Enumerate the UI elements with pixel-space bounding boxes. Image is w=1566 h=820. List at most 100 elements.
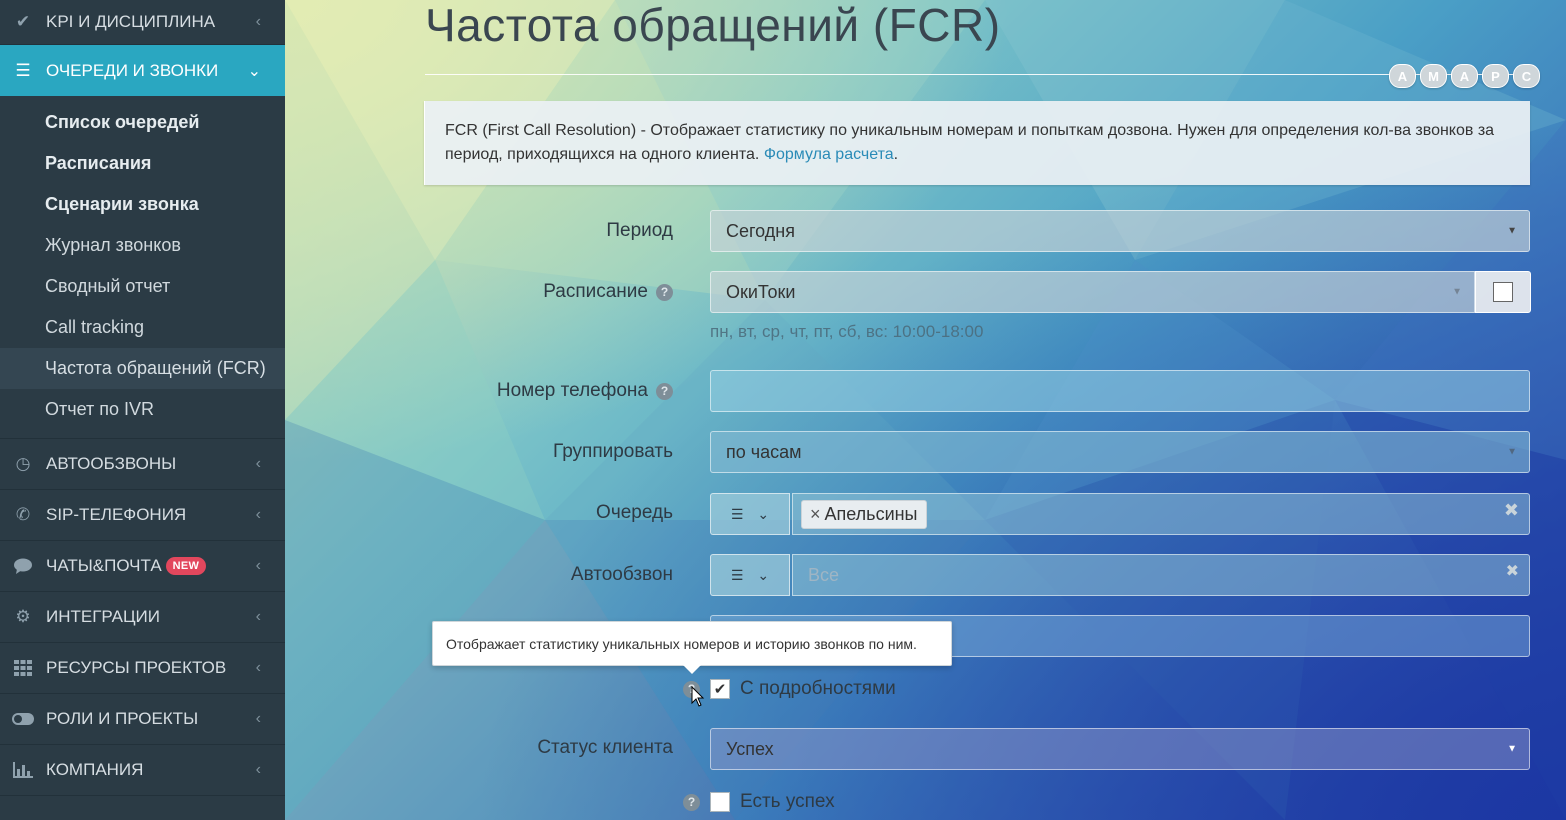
schedule-toggle-button[interactable]	[1475, 271, 1531, 313]
letter-badge[interactable]: A	[1451, 64, 1478, 88]
letter-badge[interactable]: C	[1513, 64, 1540, 88]
period-select[interactable]: Сегодня ▼	[710, 210, 1530, 252]
sub-item-ivr-report[interactable]: Отчет по IVR	[0, 389, 285, 430]
chevron-left-icon: ‹	[255, 13, 261, 30]
nav-label: KPI И ДИСЦИПЛИНА	[46, 12, 216, 31]
clock-icon: ◷	[15, 454, 31, 473]
help-icon[interactable]: ?	[683, 793, 700, 811]
title-divider	[425, 74, 1530, 75]
caret-down-icon: ▼	[1507, 225, 1517, 237]
phone-label: Номер телефона ?	[497, 380, 673, 402]
has-success-checkbox[interactable]	[710, 792, 730, 812]
help-icon[interactable]: ?	[656, 382, 673, 400]
bar-chart-icon	[12, 759, 34, 781]
sub-item-call-tracking[interactable]: Call tracking	[0, 307, 285, 348]
phone-input[interactable]	[710, 370, 1530, 412]
schedule-select[interactable]: ОкиТоки ▼	[710, 271, 1475, 313]
list-icon: ☰	[730, 505, 744, 522]
nav-label: РОЛИ И ПРОЕКТЫ	[46, 709, 199, 728]
period-label: Период	[606, 220, 673, 242]
autocall-label: Автообзвон	[571, 564, 673, 586]
caret-down-icon: ▼	[1507, 743, 1517, 755]
schedule-value: ОкиТоки	[726, 281, 796, 302]
queue-tag[interactable]: × Апельсины	[801, 499, 927, 529]
list-icon: ☰	[730, 566, 744, 583]
has-success-row[interactable]: ? Есть успех	[683, 791, 835, 813]
chevron-down-icon: ⌄	[757, 566, 770, 583]
period-value: Сегодня	[726, 220, 795, 241]
queue-tag-input[interactable]: × Апельсины ✖	[792, 493, 1530, 535]
details-label: С подробностями	[740, 678, 896, 699]
nav-sip[interactable]: ✆ SIP-ТЕЛЕФОНИЯ ‹	[0, 490, 285, 541]
formula-link[interactable]: Формула расчета	[764, 146, 894, 163]
check-icon: ✔	[15, 12, 31, 31]
nav-autocalls[interactable]: ◷ АВТООБЗВОНЫ ‹	[0, 439, 285, 490]
sub-item-call-log[interactable]: Журнал звонков	[0, 225, 285, 266]
details-checkbox-row[interactable]: ? ✔ С подробностями	[683, 678, 896, 700]
sub-item-call-scenarios[interactable]: Сценарии звонка	[0, 184, 285, 225]
nav-kpi[interactable]: ✔ KPI И ДИСЦИПЛИНА ‹	[0, 0, 285, 45]
nav-roles-projects[interactable]: РОЛИ И ПРОЕКТЫ ‹	[0, 694, 285, 745]
queues-submenu: Список очередей Расписания Сценарии звон…	[0, 96, 285, 439]
client-status-label-text: Статус клиента	[537, 737, 673, 758]
letter-badge[interactable]: M	[1420, 64, 1447, 88]
chevron-left-icon: ‹	[255, 761, 261, 778]
info-box: FCR (First Call Resolution) - Отображает…	[424, 101, 1530, 185]
help-icon[interactable]: ?	[656, 283, 673, 301]
nav-company[interactable]: КОМПАНИЯ ‹	[0, 745, 285, 796]
autocall-tag-input[interactable]: Все ✖	[792, 554, 1530, 596]
client-status-value: Успех	[726, 738, 774, 759]
chevron-left-icon: ‹	[255, 506, 261, 523]
autocall-list-button[interactable]: ☰ ⌄	[710, 554, 790, 596]
checkbox-square-icon	[1493, 282, 1513, 302]
alphabet-badges: A M A P C	[1389, 64, 1540, 88]
has-success-label: Есть успех	[740, 791, 835, 812]
letter-badge[interactable]: P	[1482, 64, 1509, 88]
nav-queues-calls[interactable]: ☰ ОЧЕРЕДИ И ЗВОНКИ ⌄	[0, 45, 285, 96]
client-status-label: Статус клиента	[537, 737, 673, 759]
gears-icon: ⚙	[15, 607, 31, 626]
clear-icon[interactable]: ✖	[1504, 500, 1519, 521]
info-text-end: .	[893, 146, 899, 163]
chat-icon	[12, 555, 34, 577]
letter-badge[interactable]: A	[1389, 64, 1416, 88]
details-checkbox[interactable]: ✔	[710, 679, 730, 699]
nav-label: ОЧЕРЕДИ И ЗВОНКИ	[46, 60, 219, 80]
nav-chats-mail[interactable]: ЧАТЫ&ПОЧТА NEW ‹	[0, 541, 285, 592]
sub-item-queue-list[interactable]: Список очередей	[0, 102, 285, 143]
phone-label-text: Номер телефона	[496, 380, 648, 401]
list-icon: ☰	[15, 60, 31, 80]
group-select[interactable]: по часам ▼	[710, 431, 1530, 473]
page-title: Частота обращений (FCR)	[425, 0, 1001, 51]
chevron-left-icon: ‹	[255, 710, 261, 727]
caret-down-icon: ▼	[1452, 286, 1462, 298]
sub-item-schedules[interactable]: Расписания	[0, 143, 285, 184]
chevron-down-icon: ⌄	[247, 62, 261, 80]
chevron-left-icon: ‹	[255, 659, 261, 676]
sub-item-fcr[interactable]: Частота обращений (FCR)	[0, 348, 285, 389]
nav-label: АВТООБЗВОНЫ	[46, 454, 177, 473]
grid-icon	[12, 657, 34, 679]
schedule-hint: пн, вт, ср, чт, пт, сб, вс: 10:00-18:00	[710, 322, 984, 341]
sub-item-summary-report[interactable]: Сводный отчет	[0, 266, 285, 307]
queue-list-button[interactable]: ☰ ⌄	[710, 493, 790, 535]
info-text: FCR (First Call Resolution) - Отображает…	[445, 122, 1495, 163]
client-status-select[interactable]: Успех ▼	[710, 728, 1530, 770]
queue-label-text: Очередь	[596, 502, 673, 523]
queue-tag-label: Апельсины	[824, 503, 918, 524]
main-content: Частота обращений (FCR) A M A P C FCR (F…	[285, 0, 1566, 820]
details-tooltip: Отображает статистику уникальных номеров…	[432, 621, 952, 674]
nav-label: КОМПАНИЯ	[46, 760, 144, 779]
new-badge: NEW	[165, 557, 207, 575]
group-label-text: Группировать	[552, 441, 673, 462]
nav-project-resources[interactable]: РЕСУРСЫ ПРОЕКТОВ ‹	[0, 643, 285, 694]
period-label-text: Период	[606, 220, 673, 241]
remove-tag-icon[interactable]: ×	[810, 504, 821, 524]
autocall-label-text: Автообзвон	[570, 564, 673, 585]
chevron-down-icon: ⌄	[757, 505, 770, 522]
schedule-label-text: Расписание	[543, 281, 648, 302]
clear-icon[interactable]: ✖	[1506, 561, 1519, 581]
nav-integrations[interactable]: ⚙ ИНТЕГРАЦИИ ‹	[0, 592, 285, 643]
nav-label: ЧАТЫ&ПОЧТА	[46, 556, 162, 575]
nav-label: SIP-ТЕЛЕФОНИЯ	[46, 505, 187, 524]
